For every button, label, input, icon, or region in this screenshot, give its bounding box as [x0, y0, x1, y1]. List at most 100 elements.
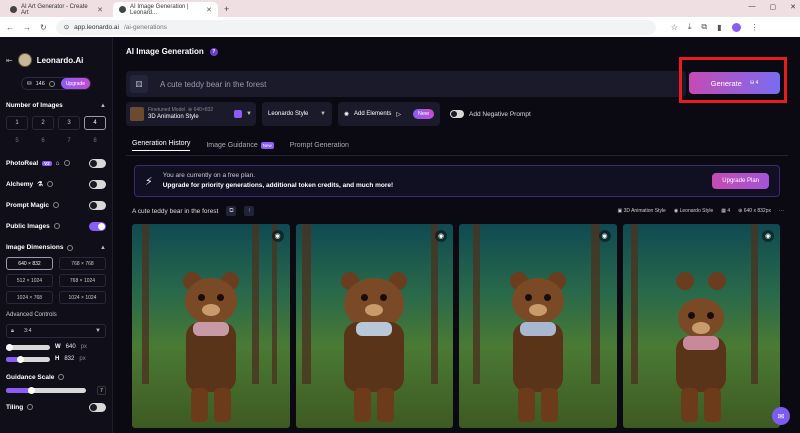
download-icon[interactable]: ⤓ [688, 22, 692, 32]
upgrade-button[interactable]: Upgrade [60, 78, 90, 89]
num-images-option[interactable]: 7 [58, 134, 80, 148]
upgrade-plan-button[interactable]: Upgrade Plan [712, 173, 769, 189]
width-slider[interactable] [6, 343, 50, 351]
info-icon[interactable] [48, 80, 55, 87]
profile-avatar[interactable] [731, 22, 741, 32]
model-select[interactable]: Finetuned Model ⊕ 640×832 3D Animation S… [126, 102, 256, 126]
section-label: Number of Images [6, 102, 63, 109]
public-images-toggle[interactable] [89, 221, 106, 231]
lightning-icon: ⚡︎ [145, 175, 153, 188]
generated-image[interactable]: ◉ [132, 224, 290, 428]
height-value[interactable]: 832 [64, 356, 74, 362]
sidepanel-icon[interactable]: ▮ [717, 23, 721, 32]
close-tab-icon[interactable]: ✕ [206, 6, 212, 14]
brand-name: Leonardo.Ai [36, 55, 84, 65]
prompt-input[interactable]: ⚄ A cute teddy bear in the forest [126, 71, 686, 97]
info-icon[interactable] [27, 404, 34, 410]
image-dimensions-header[interactable]: Image Dimensions ▲ [6, 244, 106, 251]
num-images-option[interactable]: 3 [58, 116, 80, 130]
new-badge: New [260, 142, 274, 149]
dimension-option[interactable]: 768 × 1024 [59, 274, 106, 287]
maximize-icon[interactable]: ▢ [770, 3, 777, 11]
num-images-option[interactable]: 6 [32, 134, 54, 148]
extensions-icon[interactable]: ⧉ [701, 22, 707, 32]
chevron-up-icon[interactable]: ▲ [100, 245, 106, 251]
dimension-options: 640 × 832 768 × 768 512 × 1024 768 × 102… [6, 257, 106, 304]
number-of-images-header[interactable]: Number of Images ▲ [6, 102, 106, 109]
tab-image-guidance[interactable]: Image Guidance New [206, 142, 274, 149]
help-icon[interactable]: ? [209, 47, 218, 56]
add-elements-button[interactable]: ✺ Add Elements ▷ New [338, 102, 440, 126]
height-slider[interactable] [6, 355, 50, 363]
info-icon[interactable] [63, 160, 70, 166]
dimension-option[interactable]: 768 × 768 [59, 257, 106, 270]
browser-tab[interactable]: AI Art Generator - Create Art ✕ [4, 2, 109, 17]
generated-images: ◉ ◉ ◉ ◉ [132, 224, 780, 428]
chevron-up-icon[interactable]: ▲ [100, 103, 106, 109]
generate-button[interactable]: Generate ⛁ 4 [689, 72, 780, 94]
collapse-sidebar-icon[interactable]: ⇤ [6, 56, 13, 65]
browser-tab-active[interactable]: AI Image Generation | Leonard... ✕ [113, 2, 218, 17]
generated-image[interactable]: ◉ [459, 224, 617, 428]
negative-prompt-toggle[interactable] [450, 110, 464, 118]
generate-cost: ⛁ 4 [749, 80, 759, 86]
tab-prompt-generation[interactable]: Prompt Generation [290, 142, 349, 149]
menu-icon[interactable]: ⋮ [751, 23, 759, 32]
alchemy-toggle[interactable] [89, 179, 106, 189]
prompt-magic-toggle[interactable] [89, 200, 106, 210]
generation-header: A cute teddy bear in the forest ⧉ ↑ ▣ 3D… [132, 206, 784, 216]
info-icon[interactable] [58, 374, 65, 380]
model-info: Finetuned Model ⊕ 640×832 3D Animation S… [148, 107, 214, 120]
photoreal-toggle[interactable] [89, 158, 106, 168]
site-info-icon[interactable]: ⊙ [64, 23, 69, 31]
advanced-controls-label: Advanced Controls [6, 312, 57, 318]
dimension-option-selected[interactable]: 640 × 832 [6, 257, 53, 270]
forward-icon[interactable]: → [23, 23, 31, 32]
num-images-option[interactable]: 2 [32, 116, 54, 130]
photoreal-version-badge: V2 [42, 160, 52, 166]
reload-icon[interactable]: ↻ [40, 23, 47, 32]
teddy-bear-illustration [339, 258, 409, 428]
generated-image[interactable]: ◉ [622, 224, 780, 428]
new-tab-button[interactable]: + [224, 4, 229, 14]
dimension-option[interactable]: 1024 × 768 [6, 291, 53, 304]
info-icon[interactable] [67, 244, 74, 251]
num-images-option[interactable]: 1 [6, 116, 28, 130]
guidance-value[interactable]: 7 [97, 386, 106, 395]
image-prompt-icon[interactable]: ⚄ [130, 75, 148, 93]
star-icon[interactable]: ☆ [671, 23, 678, 32]
generated-image[interactable]: ◉ [295, 224, 453, 428]
url-field[interactable]: ⊙ app.leonardo.ai/ai-generations [55, 19, 656, 35]
back-icon[interactable]: ← [6, 23, 14, 32]
eye-icon[interactable]: ◉ [271, 230, 284, 242]
tab-generation-history[interactable]: Generation History [132, 140, 191, 151]
eye-icon[interactable]: ◉ [762, 230, 774, 242]
info-icon[interactable] [46, 181, 53, 187]
guidance-slider[interactable] [6, 387, 86, 394]
num-images-option-selected[interactable]: 4 [84, 116, 106, 130]
eye-icon[interactable]: ◉ [435, 230, 447, 242]
prompt-magic-row: Prompt Magic [6, 199, 106, 211]
aspect-ratio-select[interactable]: 🔒︎ 3:4 ▼ [6, 324, 106, 338]
dimension-option[interactable]: 512 × 1024 [6, 274, 53, 287]
reuse-prompt-icon[interactable]: ↑ [244, 206, 255, 216]
tiling-toggle[interactable] [89, 402, 106, 412]
chat-support-icon[interactable]: ✉ [772, 407, 790, 425]
info-icon[interactable] [52, 202, 59, 208]
width-value[interactable]: 640 [66, 344, 76, 350]
close-tab-icon[interactable]: ✕ [97, 6, 103, 14]
info-icon[interactable] [53, 223, 60, 229]
style-select[interactable]: Leonardo Style ▼ [262, 102, 332, 126]
dimension-option[interactable]: 1024 × 1024 [59, 291, 106, 304]
lock-icon[interactable]: 🔒︎ [11, 328, 14, 335]
more-options-icon[interactable]: ··· [779, 208, 784, 214]
flask-icon: ⚗ [37, 181, 43, 188]
minimize-icon[interactable]: — [749, 3, 756, 11]
banner-text: You are currently on a free plan. Upgrad… [163, 171, 393, 191]
close-window-icon[interactable]: ✕ [790, 3, 796, 11]
num-images-option[interactable]: 5 [6, 134, 28, 148]
generation-tabs: Generation History Image Guidance New Pro… [132, 140, 349, 151]
eye-icon[interactable]: ◉ [598, 230, 611, 242]
copy-icon[interactable]: ⧉ [226, 206, 237, 216]
num-images-option[interactable]: 8 [84, 134, 106, 148]
